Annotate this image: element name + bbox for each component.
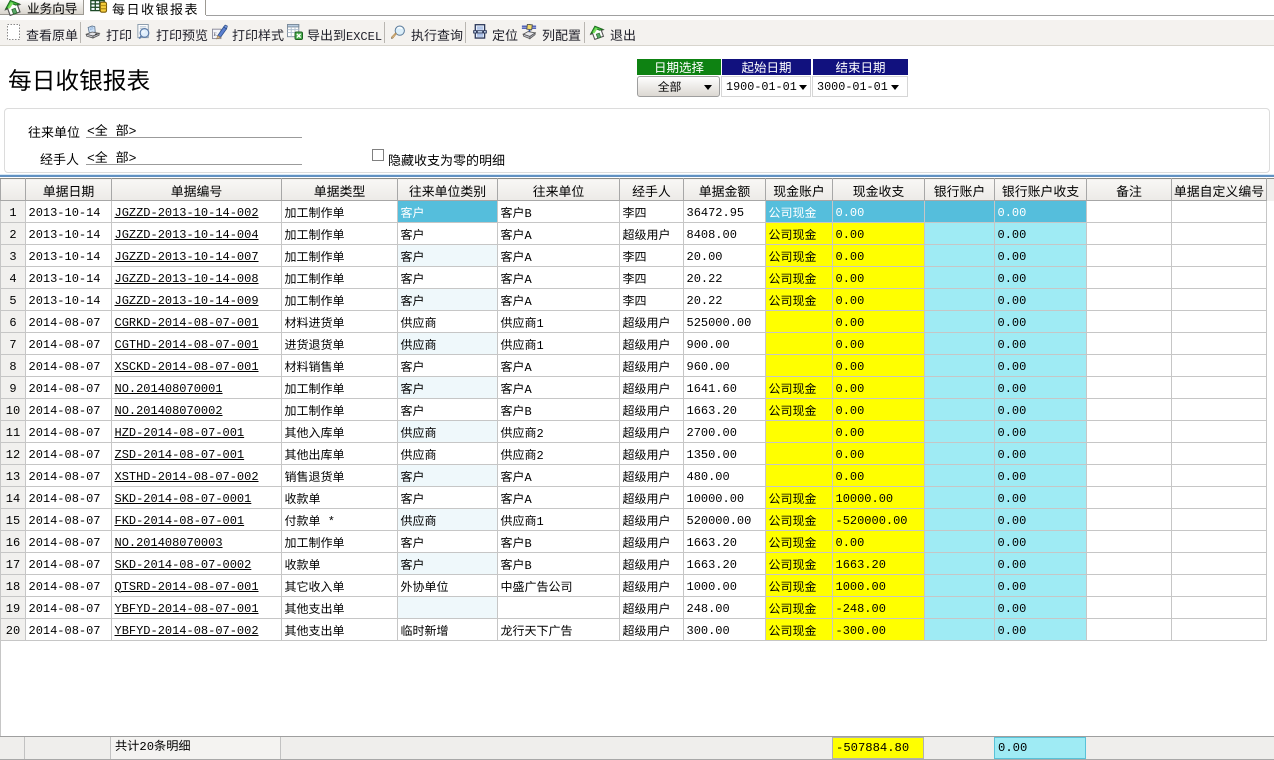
svg-text:E: E	[213, 32, 217, 38]
